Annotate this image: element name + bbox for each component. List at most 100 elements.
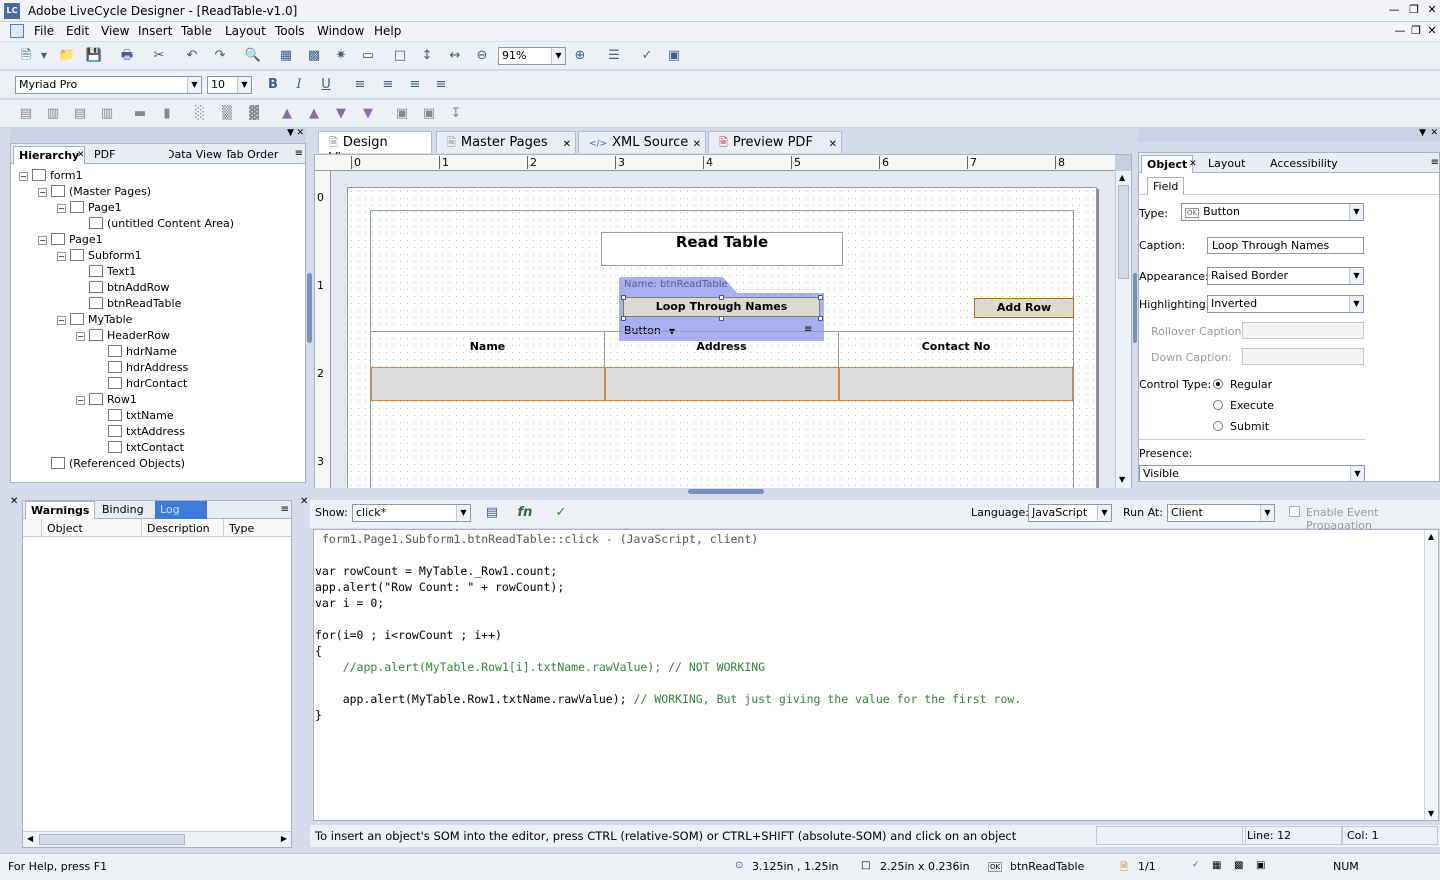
scroll-thumb[interactable] <box>39 834 185 845</box>
tab-design-view[interactable]: 🗎Design View <box>318 131 432 166</box>
ungroup-icon[interactable]: ▣ <box>419 105 439 123</box>
radio-regular[interactable]: Regular <box>1213 378 1272 391</box>
tab-hierarchy[interactable]: Hierarchy <box>13 146 86 164</box>
menu-file[interactable]: File <box>34 24 54 38</box>
bring-front-icon[interactable]: ▲ <box>277 105 297 123</box>
tree-item[interactable]: hdrName <box>19 344 299 360</box>
close-icon[interactable]: ✕ <box>1424 3 1440 17</box>
collapse-icon[interactable]: − <box>38 188 47 197</box>
code-line[interactable]: //app.alert(MyTable.Row1[i].txtName.rawV… <box>315 659 1021 675</box>
tree-item[interactable]: − HeaderRow <box>19 328 299 344</box>
menu-tools[interactable]: Tools <box>275 24 305 38</box>
minimize-icon[interactable]: — <box>1386 3 1402 17</box>
bring-forward-icon[interactable]: ▲ <box>304 105 324 123</box>
column-description[interactable]: Description <box>147 522 210 535</box>
left-splitter[interactable] <box>306 128 314 488</box>
panel-options-icon[interactable]: ≡ <box>295 148 303 159</box>
splitter-grip[interactable] <box>307 273 312 343</box>
scroll-left-icon[interactable]: ◀ <box>27 834 33 843</box>
code-line[interactable]: for(i=0 ; i<rowCount ; i++) <box>315 627 1021 643</box>
events-icon[interactable]: ▤ <box>482 504 502 522</box>
tab-preview-pdf[interactable]: 🗎 Preview PDF ✕ <box>708 131 842 153</box>
menu-edit[interactable]: Edit <box>66 24 89 38</box>
snap-grid-icon[interactable]: ▩ <box>304 47 324 65</box>
print-icon[interactable]: 🖶 <box>117 47 137 65</box>
save-icon[interactable]: 💾 <box>84 47 104 65</box>
underline-button[interactable]: U <box>316 76 336 94</box>
tree-item[interactable]: txtAddress <box>19 424 299 440</box>
redo-icon[interactable]: ↷ <box>210 47 230 65</box>
close-tab-icon[interactable]: ✕ <box>563 137 571 153</box>
design-vscrollbar[interactable]: ▲ ▼ <box>1115 171 1131 489</box>
cut-icon[interactable]: ✂ <box>149 47 169 65</box>
align-left-icon[interactable]: ≡ <box>350 76 370 94</box>
tree-item[interactable]: hdrAddress <box>19 360 299 376</box>
panel-close-icon[interactable]: ✕ <box>1430 128 1438 138</box>
fit-width-icon[interactable]: ↔ <box>445 47 465 65</box>
justify-icon[interactable]: ≡ <box>431 76 451 94</box>
tree-item[interactable]: btnReadTable <box>19 296 299 312</box>
caption-input[interactable]: Loop Through Names <box>1207 237 1364 254</box>
center-vert-icon[interactable]: ▬ <box>130 105 150 123</box>
loop-through-names-button[interactable]: Loop Through Names <box>623 297 820 317</box>
tab-tab-order[interactable]: Tab Order <box>227 146 291 164</box>
tab-layout[interactable]: Layout <box>1203 155 1250 173</box>
page-fit-icon[interactable]: □ <box>390 47 410 65</box>
tree-item[interactable]: − Subform1 <box>19 248 299 264</box>
close-tab-icon[interactable]: ✕ <box>829 137 837 153</box>
tree-item[interactable]: − MyTable <box>19 312 299 328</box>
fit-height-icon[interactable]: ↕ <box>417 47 437 65</box>
tab-pdf-structure[interactable]: PDF Structure <box>89 146 169 164</box>
script-vscrollbar[interactable]: ▲ ▼ <box>1424 530 1438 820</box>
show-event-select[interactable]: click* ▼ <box>352 504 471 522</box>
send-back-icon[interactable]: ▼ <box>358 105 378 123</box>
tree-item[interactable]: btnAddRow <box>19 280 299 296</box>
tab-accessibility[interactable]: Accessibility <box>1265 155 1343 173</box>
txtcontact-field[interactable] <box>839 367 1073 401</box>
rollover-caption-input[interactable] <box>1242 322 1364 339</box>
panel-menu-icon[interactable]: ▼ <box>1419 128 1426 138</box>
scroll-up-icon[interactable]: ▲ <box>1119 173 1125 182</box>
check-syntax-icon[interactable]: ✓ <box>551 504 571 522</box>
tree-item[interactable]: txtContact <box>19 440 299 456</box>
column-object[interactable]: Object <box>47 522 83 535</box>
collapse-icon[interactable]: − <box>76 332 85 341</box>
resize-handle[interactable] <box>621 295 626 300</box>
code-line[interactable]: { <box>315 643 1021 659</box>
tree-item[interactable]: − Page1 <box>19 200 299 216</box>
collapse-icon[interactable]: − <box>57 316 66 325</box>
scroll-right-icon[interactable]: ▶ <box>281 834 287 843</box>
collapse-icon[interactable]: − <box>76 396 85 405</box>
add-row-button[interactable]: Add Row <box>974 298 1074 318</box>
panel-options-icon[interactable]: ≡ <box>1431 157 1439 168</box>
doc-close-icon[interactable]: ✕ <box>1424 24 1440 38</box>
resize-handle[interactable] <box>719 295 724 300</box>
radio-submit[interactable]: Submit <box>1213 420 1269 433</box>
tab-binding[interactable]: Binding <box>97 501 149 519</box>
new-dropdown-icon[interactable]: ▼ <box>38 47 50 65</box>
resize-handle[interactable] <box>621 316 626 321</box>
column-type[interactable]: Type <box>229 522 254 535</box>
document-icon[interactable] <box>10 24 24 38</box>
resize-handle[interactable] <box>719 316 724 321</box>
panel-menu-icon[interactable]: ▼ <box>287 128 294 138</box>
tab-field[interactable]: Field <box>1147 177 1185 195</box>
scroll-thumb[interactable] <box>1118 185 1129 279</box>
warnings-close-icon[interactable]: ✕ <box>10 496 18 507</box>
code-line[interactable]: app.alert("Row Count: " + rowCount); <box>315 579 1021 595</box>
group-icon[interactable]: ▣ <box>392 105 412 123</box>
layout-status-icon[interactable]: ▣ <box>1256 860 1265 871</box>
tree-item[interactable]: hdrContact <box>19 376 299 392</box>
tree-item[interactable]: txtName <box>19 408 299 424</box>
align-lefts-icon[interactable]: ▤ <box>16 105 36 123</box>
menu-window[interactable]: Window <box>317 24 364 38</box>
propagation-checkbox[interactable] <box>1289 506 1300 517</box>
tree-item[interactable]: − form1 <box>19 168 299 184</box>
collapse-icon[interactable]: − <box>57 252 66 261</box>
align-tops-icon[interactable]: ▤ <box>70 105 90 123</box>
script-editor[interactable]: form1.Page1.Subform1.btnReadTable::click… <box>313 529 1439 821</box>
grid-icon[interactable]: ▦ <box>276 47 296 65</box>
panel-options-icon[interactable]: ≡ <box>281 504 289 515</box>
script-editor-icon[interactable]: ☰ <box>604 47 624 65</box>
panel-close-icon[interactable]: ✕ <box>296 128 304 138</box>
